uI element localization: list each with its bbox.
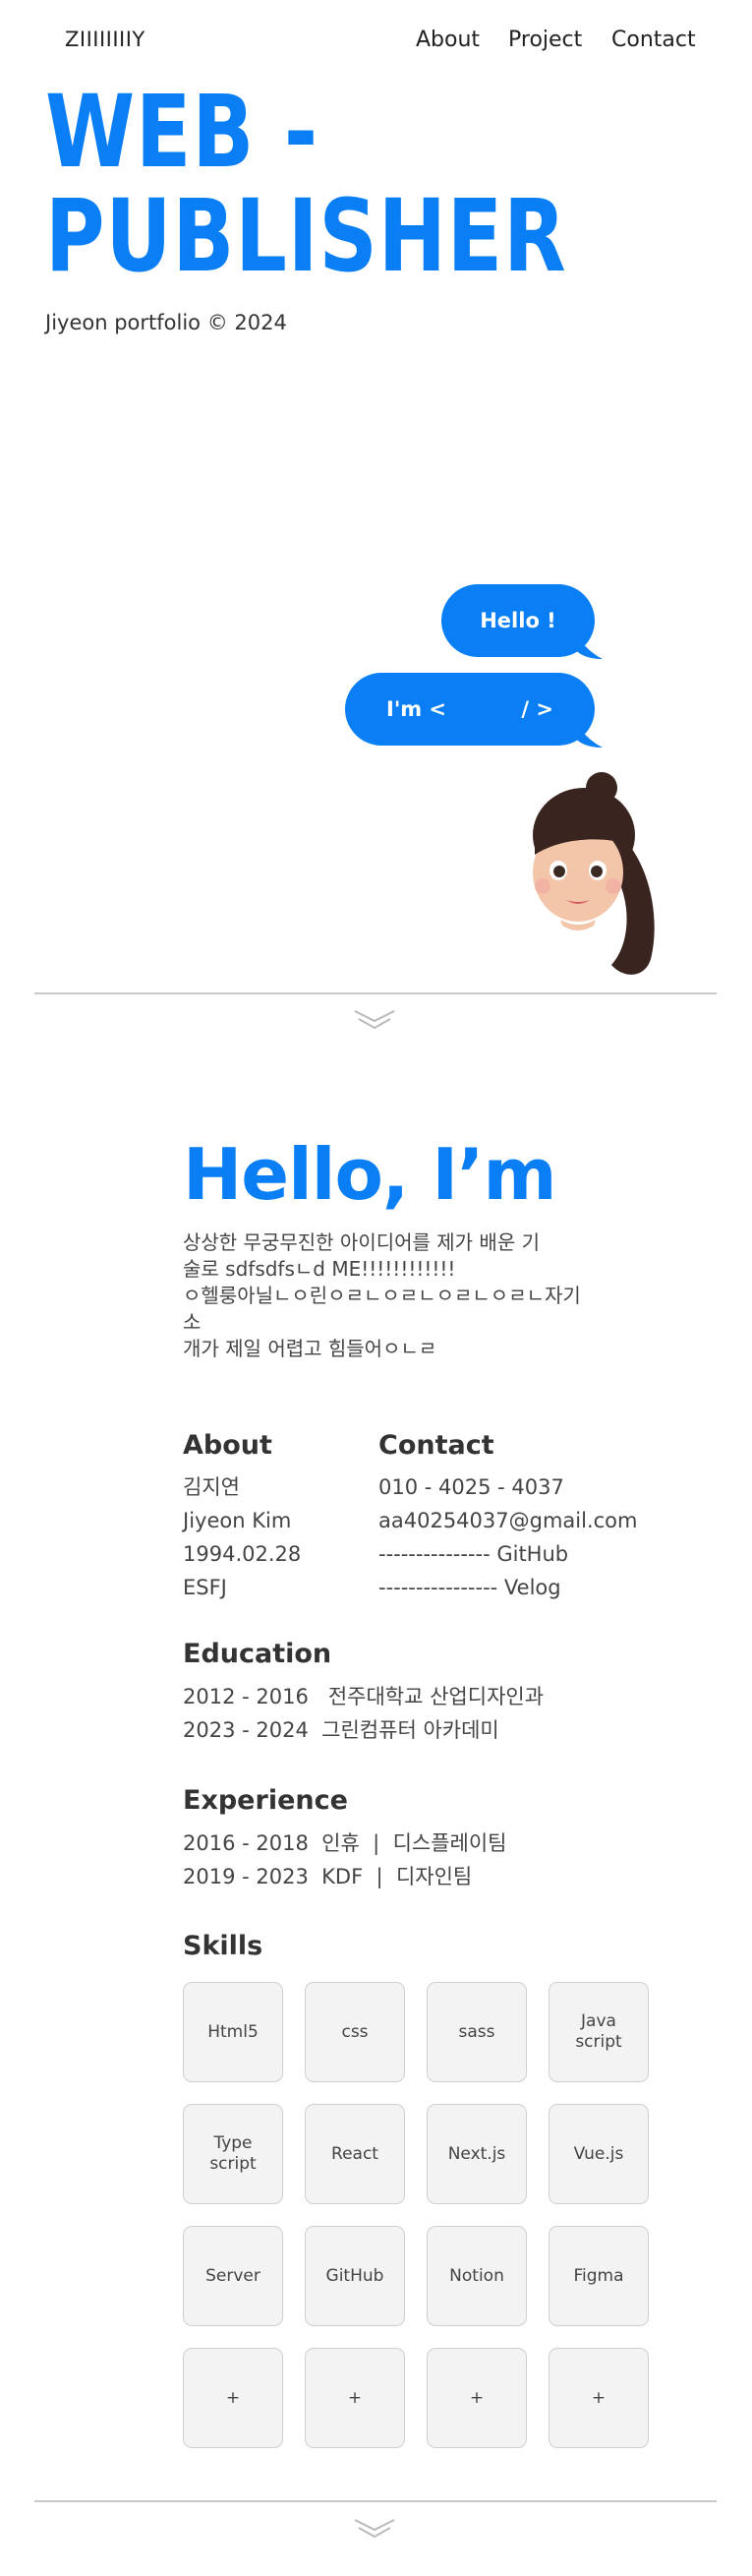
- intro-line: 개가 제일 어렵고 힘들어ㅇㄴㄹ: [183, 1337, 437, 1360]
- chat-bubble-im: I'm < / >: [345, 673, 603, 748]
- about-title: About: [183, 1430, 272, 1461]
- section-divider: [34, 2500, 717, 2502]
- experience-item: 2016 - 2018 인휴 | 디스플레이팀: [183, 1831, 507, 1855]
- hero-title-line1: WEB -: [45, 74, 319, 191]
- contact-title: Contact: [378, 1430, 494, 1461]
- contact-email[interactable]: aa40254037@gmail.com: [378, 1504, 637, 1537]
- chat-bubble-im-left: I'm <: [386, 697, 447, 721]
- skill-card[interactable]: +: [549, 2348, 649, 2448]
- education-item: 2023 - 2024 그린컴퓨터 아카데미: [183, 1718, 499, 1742]
- skill-card[interactable]: Html5: [183, 1982, 283, 2082]
- hero-title-line2: PUBLISHER: [45, 178, 567, 295]
- education-title: Education: [183, 1639, 332, 1669]
- logo[interactable]: ZIIIIIIIIY: [65, 28, 145, 51]
- about-name-en: Jiyeon Kim: [183, 1509, 292, 1532]
- skills-grid: Html5 css sass Java script Type script React N…: [183, 1982, 655, 2449]
- intro-heading: Hello, I’m: [183, 1133, 556, 1216]
- skill-card[interactable]: +: [427, 2348, 527, 2448]
- skill-card[interactable]: Notion: [427, 2226, 527, 2326]
- nav-project[interactable]: Project: [508, 28, 582, 52]
- bubble-tail-icon: [573, 718, 603, 748]
- education-item: 2012 - 2016 전주대학교 산업디자인과: [183, 1685, 545, 1708]
- contact-velog-link[interactable]: ---------------- Velog: [378, 1571, 637, 1604]
- double-chevron-down-icon[interactable]: [353, 2516, 396, 2542]
- skills-title: Skills: [183, 1931, 263, 1961]
- about-birthdate: 1994.02.28: [183, 1542, 302, 1566]
- double-chevron-down-icon[interactable]: [353, 1007, 396, 1033]
- skill-card[interactable]: Type script: [183, 2104, 283, 2204]
- skill-card[interactable]: +: [305, 2348, 405, 2448]
- section-divider: [34, 992, 717, 994]
- skill-card[interactable]: sass: [427, 1982, 527, 2082]
- contact-github-link[interactable]: --------------- GitHub: [378, 1537, 637, 1571]
- experience-list: 2016 - 2018 인휴 | 디스플레이팀 2019 - 2023 KDF …: [183, 1827, 507, 1893]
- chat-bubble-hello: Hello !: [441, 584, 603, 659]
- bubble-tail-icon: [573, 629, 603, 659]
- skill-card[interactable]: React: [305, 2104, 405, 2204]
- contact-list: 010 - 4025 - 4037 aa40254037@gmail.com -…: [378, 1470, 637, 1604]
- hero-title: WEB - PUBLISHER: [45, 81, 567, 289]
- experience-title: Experience: [183, 1785, 348, 1816]
- education-list: 2012 - 2016 전주대학교 산업디자인과 2023 - 2024 그린컴…: [183, 1680, 544, 1747]
- nav-contact[interactable]: Contact: [611, 28, 696, 52]
- skill-card[interactable]: Server: [183, 2226, 283, 2326]
- about-mbti: ESFJ: [183, 1576, 227, 1599]
- nav-about[interactable]: About: [416, 28, 480, 52]
- intro-line: 상상한 무궁무진한 아이디어를 제가 배운 기: [183, 1230, 540, 1254]
- skill-card[interactable]: Next.js: [427, 2104, 527, 2204]
- avatar: [533, 772, 655, 975]
- intro-line: 술로 sdfsdfsㄴd ME!!!!!!!!!!!!: [183, 1257, 456, 1281]
- skill-card[interactable]: Vue.js: [549, 2104, 649, 2204]
- skill-card[interactable]: Java script: [549, 1982, 649, 2082]
- skill-card[interactable]: +: [183, 2348, 283, 2448]
- intro-line: ㅇ헬룽아닐ㄴㅇ린ㅇㄹㄴㅇㄹㄴㅇㄹㄴㅇㄹㄴ자기소: [183, 1284, 581, 1334]
- skill-card[interactable]: css: [305, 1982, 405, 2082]
- about-name-ko: 김지연: [183, 1475, 240, 1499]
- chat-bubble-hello-text: Hello !: [480, 609, 556, 632]
- about-list: 김지연 Jiyeon Kim 1994.02.28 ESFJ: [183, 1470, 301, 1604]
- intro-text: 상상한 무궁무진한 아이디어를 제가 배운 기 술로 sdfsdfsㄴd ME!…: [183, 1229, 596, 1362]
- hero-subtitle: Jiyeon portfolio © 2024: [45, 311, 287, 334]
- skill-card[interactable]: GitHub: [305, 2226, 405, 2326]
- chat-bubble-im-right: / >: [521, 697, 553, 721]
- skill-card[interactable]: Figma: [549, 2226, 649, 2326]
- contact-phone[interactable]: 010 - 4025 - 4037: [378, 1470, 637, 1504]
- experience-item: 2019 - 2023 KDF | 디자인팀: [183, 1865, 473, 1888]
